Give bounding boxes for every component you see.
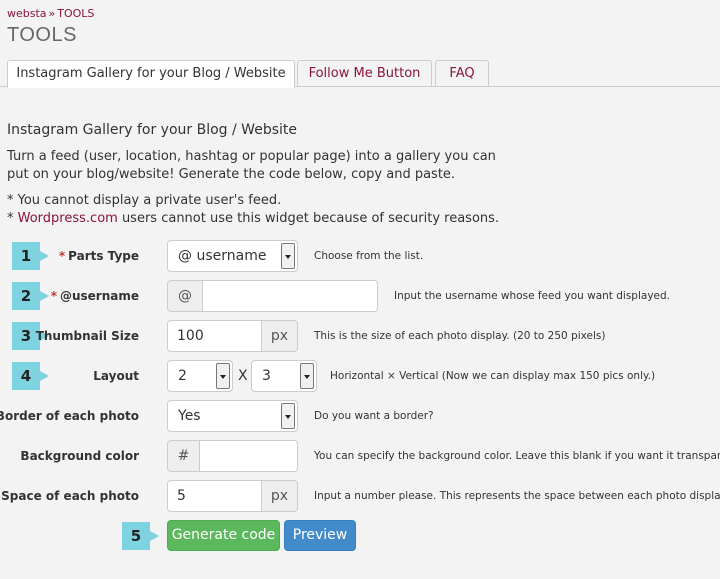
breadcrumb-current-link[interactable]: TOOLS — [57, 7, 94, 20]
layout-horizontal-value: 2 — [178, 368, 187, 384]
thumbnail-help: This is the size of each photo display. … — [314, 330, 606, 342]
px-unit-addon: px — [261, 480, 298, 512]
thumbnail-row: 3 Thumbnail Size 100 px This is the size… — [0, 320, 720, 352]
thumbnail-size-input[interactable]: 100 — [167, 320, 262, 352]
layout-help: Horizontal × Vertical (Now we can displa… — [330, 370, 656, 382]
wordpress-note: * Wordpress.com users cannot use this wi… — [7, 211, 499, 226]
spacing-label: Space of each photo — [1, 489, 139, 503]
step-badge: 1 — [12, 242, 49, 270]
username-label-text: @username — [59, 289, 139, 303]
wordpress-note-suffix: users cannot use this widget because of … — [117, 211, 500, 226]
spacing-help: Input a number please. This represents t… — [314, 490, 720, 502]
layout-vertical-value: 3 — [262, 368, 271, 384]
hash-addon: # — [167, 440, 200, 472]
parts-type-help: Choose from the list. — [314, 250, 424, 262]
dropdown-arrow-icon[interactable] — [216, 363, 230, 389]
dropdown-arrow-icon[interactable] — [300, 363, 314, 389]
required-mark: * — [50, 289, 57, 303]
parts-type-value: @ username — [178, 248, 267, 264]
page-title: TOOLS — [7, 24, 77, 46]
username-input[interactable] — [202, 280, 378, 312]
parts-type-label-text: Parts Type — [68, 249, 139, 263]
tab-follow-me-button[interactable]: Follow Me Button — [297, 60, 432, 87]
border-label: Border of each photo — [0, 409, 139, 423]
parts-type-label: * Parts Type — [59, 240, 139, 272]
tab-faq[interactable]: FAQ — [435, 60, 489, 87]
border-value: Yes — [178, 408, 201, 424]
tab-instagram-gallery[interactable]: Instagram Gallery for your Blog / Websit… — [7, 60, 295, 88]
dropdown-arrow-icon[interactable] — [281, 403, 295, 429]
generate-code-button[interactable]: Generate code — [167, 520, 280, 551]
actions-row: 5 Generate code Preview — [0, 520, 720, 552]
breadcrumb: websta» TOOLS — [7, 7, 94, 20]
intro-line-1: Turn a feed (user, location, hashtag or … — [7, 149, 496, 164]
intro-text: Turn a feed (user, location, hashtag or … — [7, 148, 527, 184]
required-mark: * — [58, 249, 66, 263]
wordpress-note-prefix: * — [7, 211, 18, 226]
tab-bar: Instagram Gallery for your Blog / Websit… — [0, 60, 720, 88]
breadcrumb-home-link[interactable]: websta — [7, 7, 47, 20]
layout-row: 4 Layout 2 X 3 Horizontal × Vertical (No… — [0, 360, 720, 392]
step-badge: 4 — [12, 362, 49, 390]
background-label: Background color — [20, 449, 139, 463]
border-row: Border of each photo Yes Do you want a b… — [0, 400, 720, 432]
background-color-input[interactable] — [199, 440, 298, 472]
layout-horizontal-select[interactable]: 2 — [167, 360, 233, 392]
dropdown-arrow-icon[interactable] — [281, 243, 295, 269]
layout-vertical-select[interactable]: 3 — [251, 360, 317, 392]
intro-line-2: put on your blog/website! Generate the c… — [7, 167, 456, 182]
step-badge: 2 — [12, 282, 49, 310]
username-label: * @username — [51, 280, 139, 312]
border-select[interactable]: Yes — [167, 400, 298, 432]
preview-button[interactable]: Preview — [284, 520, 356, 551]
parts-type-select[interactable]: @ username — [167, 240, 298, 272]
background-row: Background color # You can specify the b… — [0, 440, 720, 472]
px-unit-addon: px — [261, 320, 298, 352]
step-badge: 5 — [122, 522, 159, 550]
background-help: You can specify the background color. Le… — [314, 450, 720, 462]
username-help: Input the username whose feed you want d… — [394, 290, 670, 302]
private-feed-note: * You cannot display a private user's fe… — [7, 193, 282, 208]
spacing-row: Space of each photo 5 px Input a number … — [0, 480, 720, 512]
thumbnail-label: Thumbnail Size — [35, 329, 139, 343]
spacing-input[interactable]: 5 — [167, 480, 262, 512]
at-sign-addon: @ — [167, 280, 203, 312]
breadcrumb-separator: » — [48, 7, 56, 20]
layout-label: Layout — [93, 369, 139, 383]
wordpress-link[interactable]: Wordpress.com — [18, 211, 118, 226]
border-help: Do you want a border? — [314, 410, 434, 422]
parts-type-row: 1 * Parts Type @ username Choose from the… — [0, 240, 720, 272]
layout-times-sign: X — [238, 368, 248, 384]
section-title: Instagram Gallery for your Blog / Websit… — [7, 122, 297, 138]
username-row: 2 * @username @ Input the username whose … — [0, 280, 720, 312]
